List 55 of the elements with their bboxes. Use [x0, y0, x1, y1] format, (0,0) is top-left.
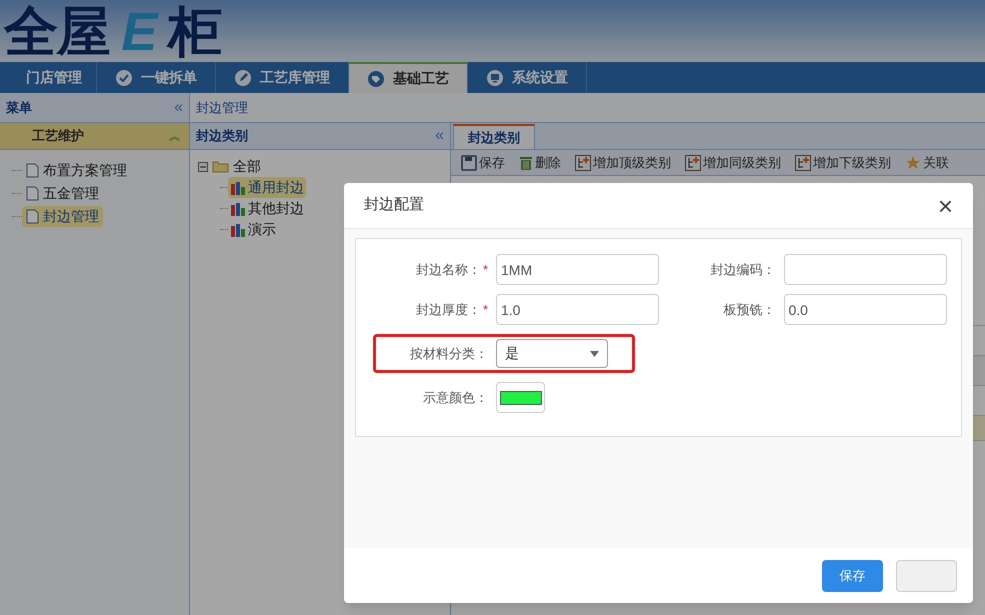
toolbar-button[interactable]: 保存	[461, 152, 505, 172]
required-mark: *	[482, 300, 488, 319]
toolbar-button[interactable]: 增加下级类别	[795, 152, 891, 172]
pen-icon	[234, 68, 252, 86]
field-label: 封边厚度：	[416, 300, 481, 319]
color-picker[interactable]	[496, 382, 545, 413]
monitor-icon	[486, 68, 504, 86]
page-icon	[26, 186, 39, 201]
tree-add-icon	[575, 154, 591, 170]
required-mark: *	[482, 260, 488, 279]
toolbar-button[interactable]: 删除	[519, 152, 561, 172]
breadcrumb[interactable]: 封边管理	[196, 98, 248, 118]
menu-item[interactable]: 五金管理	[22, 183, 103, 204]
toolbar-button[interactable]: 增加同级类别	[685, 152, 781, 172]
tree-add-icon	[795, 154, 811, 170]
field-label: 封边编码：	[710, 260, 776, 279]
logo: 全屋 E 柜	[4, 2, 221, 62]
tag-icon	[367, 70, 385, 88]
text-field[interactable]: 1MM	[496, 254, 659, 285]
field-label: 示意颜色：	[423, 388, 488, 407]
star-icon	[905, 154, 921, 170]
text-field[interactable]: 1.0	[496, 294, 659, 325]
field-label: 板预铣：	[724, 300, 776, 319]
panel-title: 封边类别	[196, 127, 248, 146]
bar-chart-icon	[230, 202, 246, 216]
check-icon	[115, 68, 133, 86]
nav-tab[interactable]: 基础工艺	[349, 62, 468, 93]
tree-node[interactable]: 演示	[228, 219, 278, 240]
bar-chart-icon	[230, 222, 246, 236]
tab[interactable]: 封边类别	[453, 124, 535, 149]
tree-node[interactable]: 全部	[233, 156, 261, 177]
select-field[interactable]: 是	[496, 339, 608, 368]
text-field[interactable]: 0.0	[784, 294, 946, 325]
page-icon	[26, 163, 39, 178]
text-field[interactable]	[784, 254, 946, 285]
dialog-title: 封边配置	[364, 195, 424, 216]
tree-node[interactable]: 其他封边	[228, 198, 306, 219]
accordion-header[interactable]: 工艺维护 ︽	[0, 123, 189, 150]
primary-button[interactable]: 保存	[822, 560, 883, 592]
menu-item[interactable]: 封边管理	[22, 206, 103, 227]
menu-item[interactable]: 布置方案管理	[22, 160, 131, 181]
field-label: 封边名称：	[416, 260, 481, 279]
toolbar-button[interactable]: 增加顶级类别	[575, 152, 671, 172]
field-label: 按材料分类：	[410, 344, 488, 363]
folder-icon	[212, 160, 229, 173]
section-title: 工艺维护	[32, 127, 84, 146]
collapse-toggle-icon[interactable]	[198, 162, 208, 172]
page-icon	[26, 209, 39, 224]
toolbar-button[interactable]: 关联	[905, 152, 949, 172]
sidebar-title: 菜单	[6, 98, 32, 117]
close-button[interactable]: ×	[938, 192, 953, 218]
bar-chart-icon	[230, 180, 246, 194]
tree-node[interactable]: 通用封边	[228, 177, 306, 198]
tree-add-icon	[685, 154, 701, 170]
trash-icon	[519, 154, 533, 170]
